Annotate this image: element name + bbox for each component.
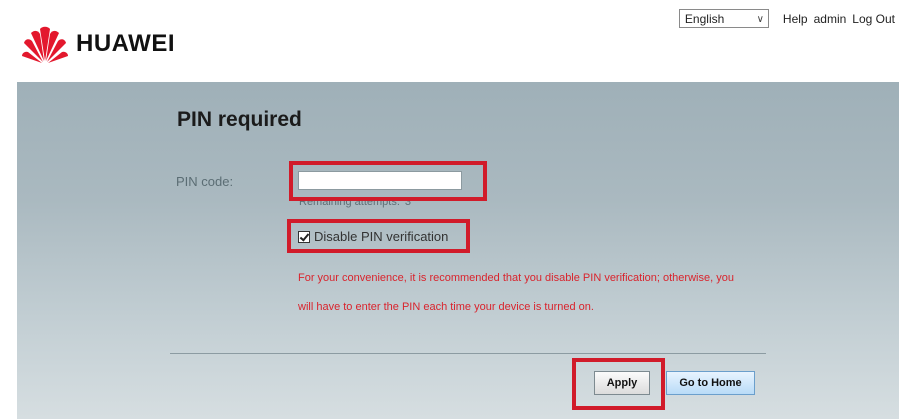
go-to-home-button[interactable]: Go to Home xyxy=(666,371,755,395)
user-link[interactable]: admin xyxy=(814,12,847,26)
divider xyxy=(170,353,766,354)
annotation-box-apply-button xyxy=(572,358,665,410)
warning-text-line1: For your convenience, it is recommended … xyxy=(298,272,734,284)
language-select[interactable]: English ∨ xyxy=(678,9,769,28)
main-panel: PIN required PIN code: Remaining attempt… xyxy=(17,82,899,419)
huawei-logo: HUAWEI xyxy=(22,24,175,64)
help-link[interactable]: Help xyxy=(783,12,808,26)
pin-code-label: PIN code: xyxy=(176,174,234,189)
top-navigation: English ∨ Help admin Log Out xyxy=(678,9,895,28)
logout-link[interactable]: Log Out xyxy=(852,12,895,26)
language-value: English xyxy=(684,11,725,26)
brand-name: HUAWEI xyxy=(76,30,175,57)
chevron-down-icon: ∨ xyxy=(756,14,764,25)
page-title: PIN required xyxy=(177,108,302,131)
annotation-box-pin-input xyxy=(289,161,487,201)
warning-text-line2: will have to enter the PIN each time you… xyxy=(298,301,594,313)
header: HUAWEI English ∨ Help admin Log Out xyxy=(0,0,899,82)
annotation-box-disable-checkbox xyxy=(287,219,470,253)
huawei-petals-logo-icon xyxy=(22,26,68,63)
